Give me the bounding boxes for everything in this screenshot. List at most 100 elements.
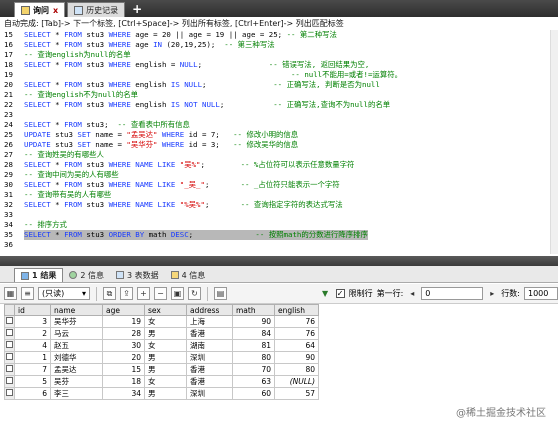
tab-query[interactable]: 询问 x xyxy=(14,2,66,17)
table-cell[interactable]: 34 xyxy=(102,387,145,400)
table-cell[interactable]: 70 xyxy=(232,363,275,376)
rows-input[interactable]: 1000 xyxy=(524,287,558,300)
editor-line[interactable]: 16 SELECT * FROM stu3 WHERE age IN (20,19… xyxy=(0,40,558,50)
table-row[interactable]: 6 李三 34 男深圳 60 57 xyxy=(4,387,319,400)
table-cell[interactable]: 76 xyxy=(274,327,319,340)
table-cell[interactable]: 女 xyxy=(144,315,187,328)
table-row[interactable]: 3 吴华芬 19 女上海 90 76 xyxy=(4,315,319,328)
add-tab-button[interactable]: + xyxy=(127,2,147,17)
table-cell[interactable]: 男 xyxy=(144,387,187,400)
editor-line[interactable]: 24 SELECT * FROM stu3; -- 查看表中所有信息 xyxy=(0,120,558,130)
table-cell[interactable]: 30 xyxy=(102,339,145,352)
row-select-checkbox[interactable] xyxy=(4,387,15,400)
table-cell[interactable]: 4 xyxy=(14,339,51,352)
table-cell[interactable]: 孟吴达 xyxy=(50,363,103,376)
table-cell[interactable]: 90 xyxy=(274,351,319,364)
table-cell[interactable]: 5 xyxy=(14,375,51,388)
table-cell[interactable]: 赵五 xyxy=(50,339,103,352)
column-header-sex[interactable]: sex xyxy=(144,304,187,316)
table-cell[interactable]: 80 xyxy=(274,363,319,376)
table-cell[interactable]: 2 xyxy=(14,327,51,340)
table-cell[interactable]: 81 xyxy=(232,339,275,352)
table-row[interactable]: 4 赵五 30 女湖南 81 64 xyxy=(4,339,319,352)
editor-line[interactable]: 22 SELECT * FROM stu3 WHERE english IS NO… xyxy=(0,100,558,110)
table-cell[interactable]: 男 xyxy=(144,351,187,364)
row-select-checkbox[interactable] xyxy=(4,339,15,352)
table-cell[interactable]: 80 xyxy=(232,351,275,364)
column-header-english[interactable]: english xyxy=(274,304,319,316)
table-cell[interactable]: 刘德华 xyxy=(50,351,103,364)
editor-line[interactable]: 15 SELECT * FROM stu3 WHERE age = 20 || a… xyxy=(0,30,558,40)
editor-line[interactable]: 19 -- null不能用=或者!=运算符。 xyxy=(0,70,558,80)
row-select-checkbox[interactable] xyxy=(4,363,15,376)
editor-line[interactable]: 17 -- 查询english为null的名单 xyxy=(0,50,558,60)
row-select-checkbox[interactable] xyxy=(4,351,15,364)
editor-line[interactable]: 26 UPDATE stu3 SET name = "吴华芬" WHERE id … xyxy=(0,140,558,150)
table-cell[interactable]: 63 xyxy=(232,375,275,388)
table-cell[interactable]: 76 xyxy=(274,315,319,328)
table-row[interactable]: 2 马云 28 男香港 84 76 xyxy=(4,327,319,340)
export-icon[interactable]: ⇪ xyxy=(120,287,133,300)
table-cell[interactable]: 香港 xyxy=(186,363,233,376)
table-cell[interactable]: 深圳 xyxy=(186,351,233,364)
refresh-icon[interactable]: ↻ xyxy=(188,287,201,300)
table-cell[interactable]: 男 xyxy=(144,327,187,340)
column-header-math[interactable]: math xyxy=(232,304,275,316)
tab-history[interactable]: 历史记录 xyxy=(67,2,126,17)
table-cell[interactable]: 上海 xyxy=(186,315,233,328)
table-cell[interactable]: 60 xyxy=(232,387,275,400)
column-header-age[interactable]: age xyxy=(102,304,145,316)
editor-line[interactable]: 35 SELECT * FROM stu3 ORDER BY math DESC;… xyxy=(0,230,558,240)
table-cell[interactable]: 20 xyxy=(102,351,145,364)
table-cell[interactable]: 马云 xyxy=(50,327,103,340)
table-cell[interactable]: 吴华芬 xyxy=(50,315,103,328)
filter-icon[interactable]: ▼ xyxy=(319,287,332,300)
next-page-icon[interactable]: ▸ xyxy=(487,287,497,300)
row-select-checkbox[interactable] xyxy=(4,315,15,328)
insert-row-icon[interactable]: + xyxy=(137,287,150,300)
editor-line[interactable]: 27 -- 查询姓吴的有哪些人 xyxy=(0,150,558,160)
sql-editor[interactable]: 15 SELECT * FROM stu3 WHERE age = 20 || a… xyxy=(0,30,558,254)
editor-line[interactable]: 34 -- 排序方式 xyxy=(0,220,558,230)
table-cell[interactable]: 吴芬 xyxy=(50,375,103,388)
tab-table-data[interactable]: 3 表数据 xyxy=(110,268,165,282)
table-cell[interactable]: 90 xyxy=(232,315,275,328)
editor-line[interactable]: 21 -- 查询english不为null的名单 xyxy=(0,90,558,100)
editor-line[interactable]: 25 UPDATE stu3 SET name = "孟吴达" WHERE id … xyxy=(0,130,558,140)
text-view-icon[interactable]: ≡ xyxy=(21,287,34,300)
editor-line[interactable]: 36 xyxy=(0,240,558,250)
mode-select[interactable]: (只读) ▾ xyxy=(38,287,90,300)
table-cell[interactable]: 男 xyxy=(144,363,187,376)
table-cell[interactable]: 女 xyxy=(144,375,187,388)
table-cell[interactable]: 18 xyxy=(102,375,145,388)
editor-line[interactable]: 33 xyxy=(0,210,558,220)
table-row[interactable]: 7 孟吴达 15 男香港 70 80 xyxy=(4,363,319,376)
editor-line[interactable]: 28 SELECT * FROM stu3 WHERE NAME LIKE "吴%… xyxy=(0,160,558,170)
copy-icon[interactable]: ⧉ xyxy=(103,287,116,300)
editor-line[interactable]: 29 -- 查询中间为吴的人有哪些 xyxy=(0,170,558,180)
editor-scrollbar[interactable] xyxy=(550,30,558,254)
table-cell[interactable]: 84 xyxy=(232,327,275,340)
editor-line[interactable]: 23 xyxy=(0,110,558,120)
table-cell[interactable]: 19 xyxy=(102,315,145,328)
table-cell[interactable]: 15 xyxy=(102,363,145,376)
table-cell[interactable]: 1 xyxy=(14,351,51,364)
table-cell[interactable]: (NULL) xyxy=(274,375,319,388)
table-row[interactable]: 5 吴芬 18 女香港 63 (NULL) xyxy=(4,375,319,388)
editor-line[interactable]: 32 SELECT * FROM stu3 WHERE NAME LIKE "%吴… xyxy=(0,200,558,210)
close-icon[interactable]: x xyxy=(53,6,58,15)
table-cell[interactable]: 李三 xyxy=(50,387,103,400)
delete-row-icon[interactable]: − xyxy=(154,287,167,300)
save-icon[interactable]: ▣ xyxy=(171,287,184,300)
table-cell[interactable]: 香港 xyxy=(186,375,233,388)
column-header-name[interactable]: name xyxy=(50,304,103,316)
editor-line[interactable]: 20 SELECT * FROM stu3 WHERE english IS NU… xyxy=(0,80,558,90)
row-select-checkbox[interactable] xyxy=(4,327,15,340)
result-grid[interactable]: id name age sex address math english 3 吴华芬 19 女上海… xyxy=(4,304,554,406)
pane-splitter[interactable] xyxy=(0,256,558,266)
table-cell[interactable]: 28 xyxy=(102,327,145,340)
table-cell[interactable]: 香港 xyxy=(186,327,233,340)
editor-line[interactable]: 30 SELECT * FROM stu3 WHERE NAME LIKE "_吴… xyxy=(0,180,558,190)
prev-page-icon[interactable]: ◂ xyxy=(407,287,417,300)
table-cell[interactable]: 深圳 xyxy=(186,387,233,400)
